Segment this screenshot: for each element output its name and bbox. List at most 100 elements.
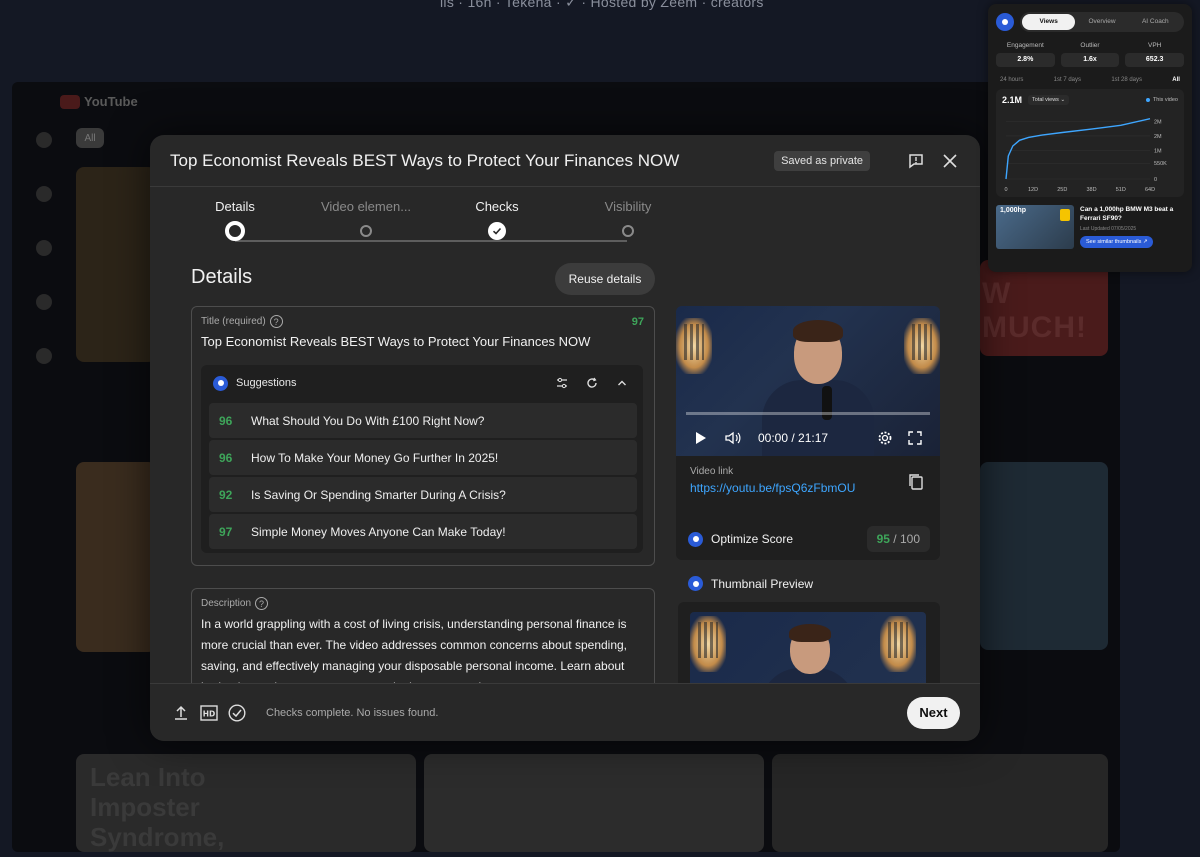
description-field[interactable]: Description ? In a world grappling with …: [191, 588, 655, 698]
metric-engagement: Engagement 2.8%: [996, 42, 1055, 67]
metric-select-label: Total views: [1032, 97, 1059, 103]
views-line-chart: 0 550K 1M 2M 2M 0 12D 25D 38D 51D 64D: [1004, 118, 1167, 193]
metric-select[interactable]: Total views ⌄: [1028, 95, 1070, 105]
thumbnail-tag: 1,000hp: [1000, 207, 1027, 214]
background-thumbnail: [76, 462, 156, 652]
background-header: YouTube: [12, 82, 1120, 122]
metric-label: VPH: [1147, 42, 1162, 49]
suggestion-item[interactable]: 92 Is Saving Or Spending Smarter During …: [209, 477, 637, 512]
youtube-logo-text: YouTube: [84, 94, 138, 109]
help-icon[interactable]: ?: [269, 315, 283, 328]
suggestion-text: What Should You Do With £100 Right Now?: [251, 413, 485, 428]
time-range-selector: 24 hours 1st 7 days 1st 28 days All: [996, 77, 1184, 83]
step-visibility[interactable]: Visibility: [568, 199, 688, 237]
extension-logo-icon: [213, 375, 228, 391]
suggestion-item[interactable]: 96 How To Make Your Money Go Further In …: [209, 440, 637, 475]
video-controls: 00:00 / 21:17: [676, 424, 940, 452]
background-thumbnail: [424, 754, 764, 852]
widget-metrics: Engagement 2.8% Outlier 1.6x VPH 652.3: [996, 42, 1185, 67]
range-first-28-days[interactable]: 1st 28 days: [1111, 77, 1142, 83]
play-icon[interactable]: [690, 427, 712, 449]
step-pending-dot: [622, 225, 634, 237]
bg-bottom-line: Syndrome,: [90, 822, 225, 852]
metric-label: Engagement: [1006, 42, 1044, 49]
y-tick-label: 2M: [1154, 134, 1162, 140]
optimize-score-number: 95: [876, 532, 890, 546]
title-input[interactable]: Top Economist Reveals BEST Ways to Prote…: [201, 334, 645, 349]
tab-views[interactable]: Views: [1022, 14, 1076, 30]
report-feedback-icon[interactable]: [906, 151, 926, 171]
suggestion-score: 92: [219, 487, 233, 502]
step-details[interactable]: Details: [175, 199, 295, 241]
suggestion-text: Simple Money Moves Anyone Can Make Today…: [251, 524, 506, 539]
metric-value: 652.3: [1125, 53, 1185, 67]
title-field[interactable]: Title (required) ? 97 Top Economist Reve…: [191, 306, 655, 566]
metric-outlier: Outlier 1.6x: [1060, 42, 1120, 67]
suggestion-item[interactable]: 97 Simple Money Moves Anyone Can Make To…: [209, 514, 637, 549]
upload-icon[interactable]: [170, 702, 192, 724]
volume-icon[interactable]: [722, 427, 744, 449]
subscriptions-icon: [36, 240, 52, 256]
recommended-date: Last Updated 07/05/2025: [1080, 226, 1137, 232]
recommended-info: Can a 1,000hp BMW M3 beat a Ferrari SF90…: [1080, 205, 1184, 249]
recommended-thumbnail[interactable]: 1,000hp: [996, 205, 1074, 249]
dialog-title: Top Economist Reveals BEST Ways to Prote…: [170, 150, 680, 170]
suggestion-text: Is Saving Or Spending Smarter During A C…: [251, 487, 506, 502]
checks-complete-icon[interactable]: [226, 702, 248, 724]
views-chart-card: 2.1M Total views ⌄ This video 0 550K 1M 2M 2…: [996, 89, 1184, 197]
video-progress-bar[interactable]: [686, 412, 930, 415]
extension-logo-icon: [688, 576, 703, 591]
thumbnail-preview-header: Thumbnail Preview: [688, 576, 813, 591]
suggestion-item[interactable]: 96 What Should You Do With £100 Right No…: [209, 403, 637, 438]
speaker-hair: [793, 320, 843, 342]
thumbnail-preview[interactable]: [678, 602, 940, 692]
wall-lamp: [880, 616, 916, 672]
chevron-up-icon[interactable]: [613, 374, 631, 392]
fullscreen-icon[interactable]: [904, 427, 926, 449]
metric-label: Outlier: [1080, 42, 1100, 49]
see-similar-thumbnails-button[interactable]: See similar thumbnails ↗: [1080, 236, 1154, 248]
x-tick-label: 64D: [1145, 187, 1155, 193]
x-tick-label: 51D: [1116, 187, 1126, 193]
wall-lamp: [690, 616, 726, 672]
video-link-label: Video link: [690, 466, 734, 477]
title-score: 97: [631, 316, 644, 328]
extension-logo-icon[interactable]: [996, 13, 1014, 31]
range-all[interactable]: All: [1172, 77, 1180, 83]
saved-as-private-badge: Saved as private: [774, 150, 870, 171]
refresh-icon[interactable]: [583, 374, 601, 392]
background-thumbnail: [76, 167, 156, 362]
step-video-elements[interactable]: Video elemen...: [306, 199, 426, 237]
tab-ai-coach[interactable]: AI Coach: [1129, 14, 1182, 30]
step-label: Video elemen...: [320, 199, 412, 214]
dialog-header: Top Economist Reveals BEST Ways to Prote…: [150, 135, 980, 187]
description-field-label: Description ?: [201, 597, 645, 610]
copy-icon[interactable]: [906, 472, 926, 492]
background-thumbnail-text: Lean Into Imposter Syndrome,: [90, 762, 224, 852]
title-field-label: Title (required) ?: [201, 315, 645, 328]
background-thumbnail-text: W MUCH!: [982, 277, 1087, 344]
legend-label: This video: [1152, 97, 1178, 103]
close-icon[interactable]: [940, 151, 960, 171]
video-player[interactable]: 00:00 / 21:17: [676, 306, 940, 456]
help-icon[interactable]: ?: [255, 597, 269, 610]
step-checks[interactable]: Checks: [437, 199, 557, 240]
tab-overview[interactable]: Overview: [1075, 14, 1128, 30]
suggestions-header: Suggestions: [201, 365, 643, 401]
you-icon: [36, 294, 52, 310]
suggestion-score: 97: [219, 524, 233, 539]
y-tick-label: 1M: [1154, 148, 1162, 154]
hd-icon[interactable]: HD: [198, 702, 220, 724]
step-label: Checks: [475, 199, 519, 214]
reuse-details-button[interactable]: Reuse details: [555, 263, 655, 295]
video-link[interactable]: https://youtu.be/fpsQ6zFbmOU: [690, 481, 926, 495]
analytics-widget: Views Overview AI Coach Engagement 2.8% …: [988, 4, 1192, 272]
filter-settings-icon[interactable]: [553, 374, 571, 392]
suggestion-text: How To Make Your Money Go Further In 202…: [251, 450, 499, 465]
upload-details-dialog: Top Economist Reveals BEST Ways to Prote…: [150, 135, 980, 741]
recommended-video[interactable]: 1,000hp Can a 1,000hp BMW M3 beat a Ferr…: [996, 205, 1184, 249]
range-first-7-days[interactable]: 1st 7 days: [1054, 77, 1081, 83]
gear-icon[interactable]: [874, 427, 896, 449]
next-button[interactable]: Next: [907, 696, 960, 729]
range-24-hours[interactable]: 24 hours: [1000, 77, 1023, 83]
